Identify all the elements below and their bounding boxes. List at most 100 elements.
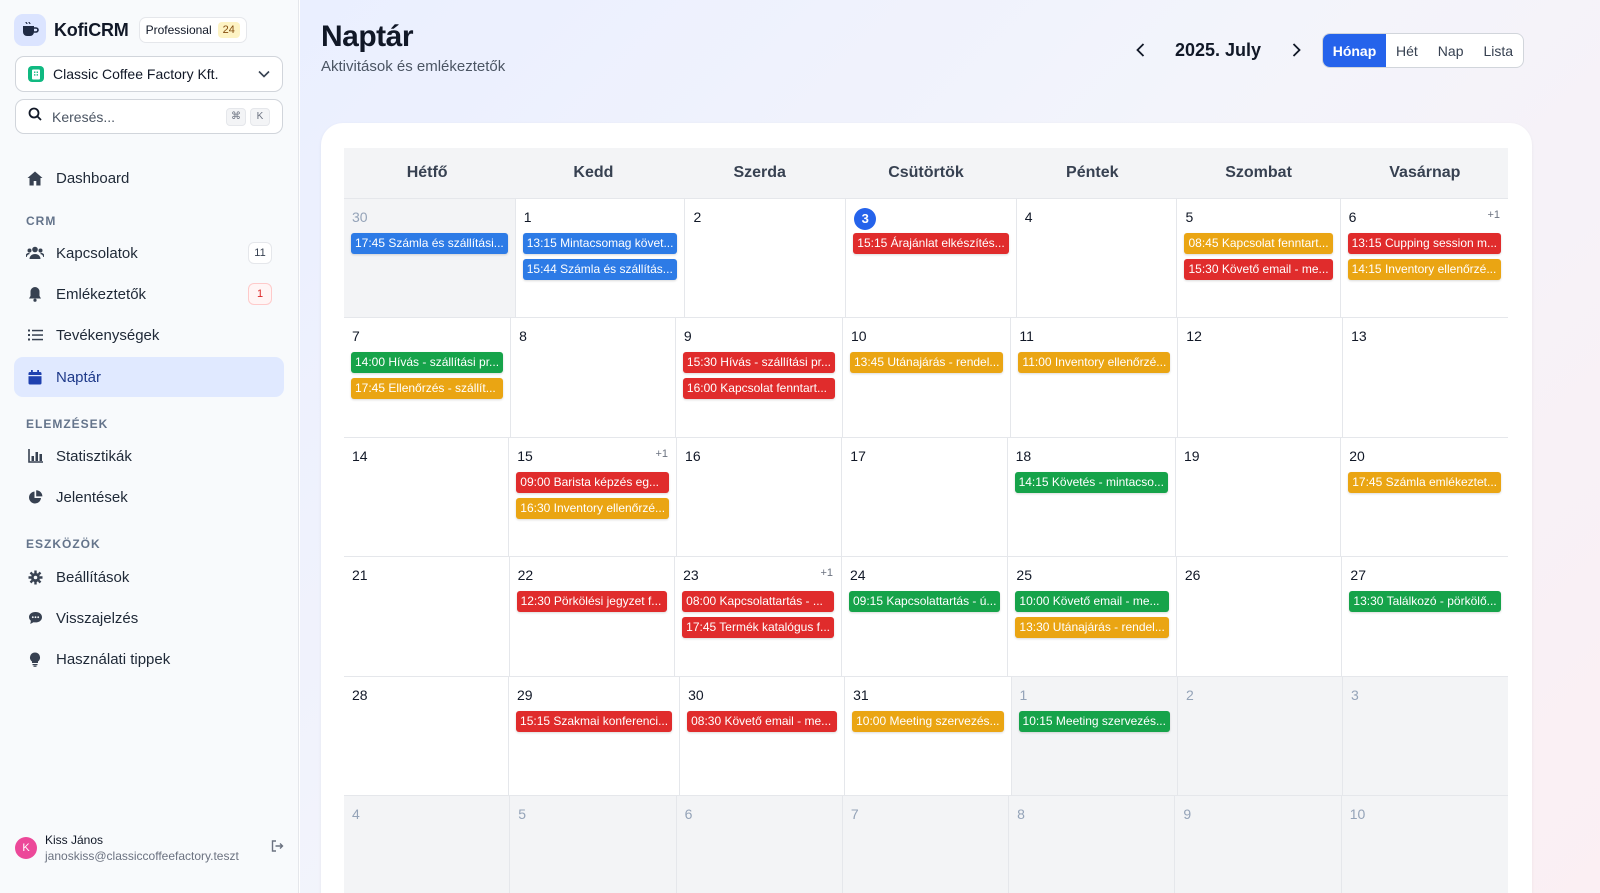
calendar-day-cell[interactable]: 5 08:45 Kapcsolat fenntart... 15:30 Követő… [1177,199,1341,319]
calendar-day-cell[interactable]: 2 [1177,676,1343,796]
day-number: 27 [1350,567,1366,584]
calendar-day-cell[interactable]: 10 [1341,795,1508,893]
calendar-day-cell[interactable]: 8 [1009,795,1176,893]
calendar-day-cell[interactable]: 6 +1 13:15 Cupping session m... 14:15 Inven… [1340,199,1508,319]
sidebar-item-statistics[interactable]: Statisztikák [14,436,284,476]
view-day-button[interactable]: Nap [1428,34,1474,67]
search-input[interactable]: Keresés... ⌘ K [15,99,283,134]
calendar-event[interactable]: 17:45 Ellenőrzés - szállít... [351,378,504,400]
calendar-day-cell[interactable]: 14 [344,437,510,558]
calendar-event[interactable]: 13:15 Cupping session m... [1347,233,1501,254]
sidebar-item-label: Használati tippek [56,650,171,668]
user-card[interactable]: K Kiss János janoskiss@classiccoffeefact… [8,826,291,870]
calendar-day-cell[interactable]: 1 10:15 Meeting szervezés... [1011,676,1178,796]
organization-select[interactable]: Classic Coffee Factory Kft. [15,56,283,92]
calendar-day-cell[interactable]: 30 08:30 Követő email - me... [680,676,846,796]
calendar-event[interactable]: 15:15 Szakmai konferenci... [516,710,673,732]
sidebar-item-reminders[interactable]: Emlékeztetők 1 [14,274,284,314]
calendar-day-cell[interactable]: 10 13:45 Utánajárás - rendel... [842,318,1012,438]
calendar-event[interactable]: 13:15 Mintacsomag követ... [522,233,678,254]
calendar-event[interactable]: 09:15 Kapcsolattartás - ú... [849,591,1001,613]
calendar-day-cell[interactable]: 30 17:45 Számla és szállítási... [344,199,516,319]
calendar-day-cell[interactable]: 27 13:30 Találkozó - pörkölő... [1342,557,1508,677]
calendar-event[interactable]: 08:45 Kapcsolat fenntart... [1184,233,1333,254]
calendar-event[interactable]: 15:15 Árajánlat elkészítés... [853,233,1009,254]
chevron-right-icon[interactable] [1286,40,1306,60]
calendar-event[interactable]: 14:00 Hívás - szállítási pr... [351,352,504,374]
calendar-day-cell[interactable]: 7 [842,795,1010,893]
calendar-event[interactable]: 16:00 Kapcsolat fenntart... [682,378,835,400]
more-events-link[interactable]: +1 [1487,209,1500,221]
sidebar-item-calendar[interactable]: Naptár [14,357,284,397]
calendar-event[interactable]: 17:45 Számla és szállítási... [351,233,508,254]
chevron-left-icon[interactable] [1130,40,1150,60]
day-number: 25 [1016,567,1032,584]
sidebar-item-feedback[interactable]: Visszajelzés [14,598,284,638]
calendar-day-cell[interactable]: 11 11:00 Inventory ellenőrzé... [1011,318,1179,438]
calendar-event[interactable]: 08:30 Követő email - me... [687,710,838,732]
calendar-day-cell[interactable]: 1 13:15 Mintacsomag követ... 15:44 Számla … [515,199,686,319]
calendar-day-cell[interactable]: 15 +1 09:00 Barista képzés eg... 16:30 Inve… [509,437,678,558]
calendar-day-cell[interactable]: 3 [1342,676,1508,796]
calendar-day-cell[interactable]: 31 10:00 Meeting szervezés... [845,676,1012,796]
sidebar-item-settings[interactable]: Beállítások [14,557,284,597]
sidebar-item-reports[interactable]: Jelentések [14,477,284,517]
calendar-event[interactable]: 11:00 Inventory ellenőrzé... [1018,352,1171,374]
calendar-day-cell[interactable]: 25 10:00 Követő email - me... 13:30 Utánaj… [1008,557,1177,677]
view-month-button[interactable]: Hónap [1323,34,1386,67]
calendar-event[interactable]: 09:00 Barista képzés eg... [516,471,670,493]
calendar-day-cell[interactable]: 19 [1175,437,1342,558]
calendar-event[interactable]: 14:15 Inventory ellenőrzé... [1347,259,1501,280]
calendar-day-cell[interactable]: 6 [676,795,843,893]
calendar-event[interactable]: 15:44 Számla és szállítás... [522,259,678,280]
view-list-button[interactable]: Lista [1473,34,1523,67]
calendar-day-cell[interactable]: 21 [344,557,510,677]
calendar-event[interactable]: 10:15 Meeting szervezés... [1018,710,1170,732]
calendar-day-cell[interactable]: 4 [1016,199,1178,319]
calendar-event[interactable]: 13:30 Találkozó - pörkölő... [1349,591,1501,613]
calendar-day-cell[interactable]: 7 14:00 Hívás - szállítási pr... 17:45 Ell… [344,318,512,438]
calendar-event[interactable]: 15:30 Hívás - szállítási pr... [682,352,835,374]
sidebar-item-dashboard[interactable]: Dashboard [14,158,284,198]
calendar-event[interactable]: 14:15 Követés - mintacso... [1014,471,1168,493]
weekday-label: Kedd [573,164,614,181]
calendar-day-cell[interactable]: 12 [1178,318,1344,438]
calendar-event[interactable]: 17:45 Termék katalógus f... [682,617,834,639]
calendar-event[interactable]: 10:00 Meeting szervezés... [852,710,1004,732]
logout-icon[interactable] [271,839,284,857]
calendar-day-cell[interactable]: 5 [510,795,677,893]
calendar-day-cell[interactable]: 3 15:15 Árajánlat elkészítés... [846,199,1017,319]
brand[interactable]: KofiCRM Professional 24 [14,14,247,46]
calendar-day-cell[interactable]: 26 [1176,557,1343,677]
calendar-day-cell[interactable]: 24 09:15 Kapcsolattartás - ú... [842,557,1009,677]
calendar-event[interactable]: 10:00 Követő email - me... [1015,591,1169,613]
more-events-link[interactable]: +1 [820,567,833,579]
calendar-event[interactable]: 13:45 Utánajárás - rendel... [849,352,1004,374]
sidebar-item-contacts[interactable]: Kapcsolatok 11 [14,233,284,273]
sidebar-item-activities[interactable]: Tevékenységek [14,315,284,355]
calendar-event[interactable]: 15:30 Követő email - me... [1184,259,1333,280]
more-events-link[interactable]: +1 [655,448,668,460]
calendar-day-cell[interactable]: 17 [842,437,1008,558]
calendar-day-cell[interactable]: 9 15:30 Hívás - szállítási pr... 16:00 Kap… [675,318,843,438]
calendar-event[interactable]: 13:30 Utánajárás - rendel... [1015,617,1169,639]
calendar-day-cell[interactable]: 8 [511,318,676,438]
sidebar-item-label: Visszajelzés [56,609,139,627]
calendar-day-cell[interactable]: 4 [344,795,511,893]
calendar-event[interactable]: 08:00 Kapcsolattartás - ... [682,591,834,613]
calendar-event[interactable]: 17:45 Számla emlékeztet... [1348,471,1501,493]
calendar-day-cell[interactable]: 22 12:30 Pörkölési jegyzet f... [509,557,676,677]
calendar-day-cell[interactable]: 16 [677,437,843,558]
calendar-day-cell[interactable]: 13 [1343,318,1508,438]
sidebar-item-tips[interactable]: Használati tippek [14,639,284,679]
calendar-day-cell[interactable]: 23 +1 08:00 Kapcsolattartás - ... 17:45 Ter… [675,557,842,677]
calendar-day-cell[interactable]: 29 15:15 Szakmai konferenci... [509,676,681,796]
calendar-day-cell[interactable]: 2 [685,199,847,319]
calendar-day-cell[interactable]: 28 [344,676,510,796]
calendar-event[interactable]: 12:30 Pörkölési jegyzet f... [516,591,668,613]
calendar-day-cell[interactable]: 9 [1175,795,1342,893]
view-week-button[interactable]: Hét [1386,34,1428,67]
calendar-day-cell[interactable]: 20 17:45 Számla emlékeztet... [1341,437,1508,558]
calendar-day-cell[interactable]: 18 14:15 Követés - mintacso... [1007,437,1176,558]
calendar-event[interactable]: 16:30 Inventory ellenőrzé... [516,497,670,519]
